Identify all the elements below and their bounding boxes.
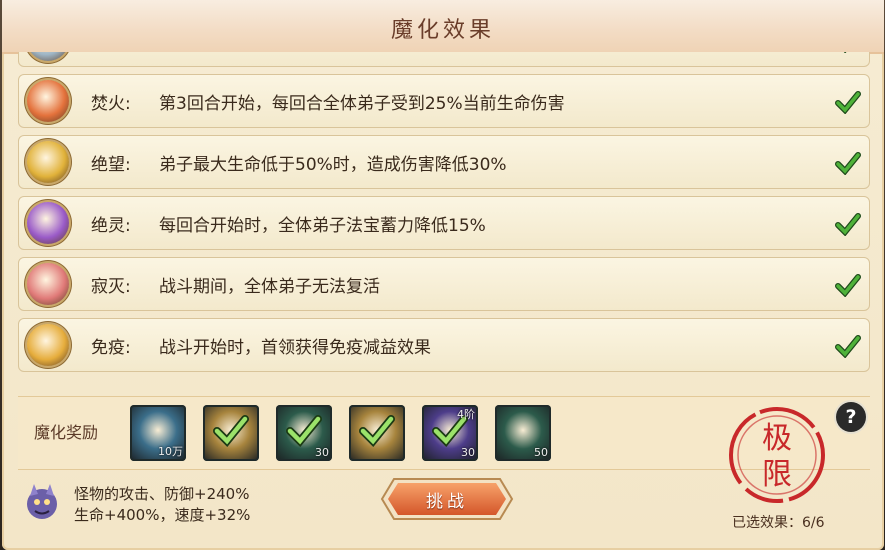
title-bar: 魔化效果 bbox=[2, 0, 884, 54]
reward-item-purple-scroll-icon[interactable]: 4阶 30 bbox=[422, 405, 478, 461]
claimed-check-icon bbox=[286, 415, 322, 447]
monster-stat-attack-defense: 怪物的攻击、防御+240% bbox=[74, 485, 250, 503]
effect-selected-check-icon[interactable] bbox=[835, 90, 861, 114]
effect-description: 第3回合开始，每回合全体弟子受到25%当前生命伤害 bbox=[159, 94, 565, 114]
demonize-panel: 魔化效果 嗜血: 前3回合期间，首领速度提升30%，暴击几率提升30% 焚火: 第3回… bbox=[2, 0, 884, 550]
effect-name: 绝灵: bbox=[91, 216, 131, 236]
item-tier: 4阶 bbox=[457, 408, 475, 421]
effect-description: 每回合开始时，全体弟子法宝蓄力降低15% bbox=[159, 216, 486, 236]
challenge-button[interactable]: 挑战 bbox=[380, 477, 514, 521]
svg-text:极: 极 bbox=[762, 421, 792, 456]
reward-label: 魔化奖励 bbox=[34, 423, 99, 442]
effect-row[interactable]: 免疫: 战斗开始时，首领获得免疫减益效果 bbox=[18, 318, 870, 372]
item-quantity: 30 bbox=[461, 446, 475, 459]
effect-medal-icon bbox=[27, 141, 69, 183]
effect-description: 弟子最大生命低于50%时，造成伤害降低30% bbox=[159, 155, 507, 175]
effect-name: 嗜血: bbox=[91, 52, 131, 53]
effect-description: 战斗期间，全体弟子无法复活 bbox=[159, 277, 380, 297]
effect-name: 绝望: bbox=[91, 155, 131, 175]
effect-name: 免疫: bbox=[91, 338, 131, 358]
effect-row[interactable]: 寂灭: 战斗期间，全体弟子无法复活 bbox=[18, 257, 870, 311]
effect-row[interactable]: 绝灵: 每回合开始时，全体弟子法宝蓄力降低15% bbox=[18, 196, 870, 250]
reward-item-gold-beast-icon[interactable] bbox=[203, 405, 259, 461]
effect-description: 战斗开始时，首领获得免疫减益效果 bbox=[159, 338, 431, 358]
claimed-check-icon bbox=[213, 415, 249, 447]
effect-selected-check-icon[interactable] bbox=[835, 52, 861, 53]
effect-medal-icon bbox=[27, 52, 69, 61]
effect-selected-check-icon[interactable] bbox=[835, 334, 861, 358]
effect-name: 焚火: bbox=[91, 94, 131, 114]
effect-row[interactable]: 焚火: 第3回合开始，每回合全体弟子受到25%当前生命伤害 bbox=[18, 74, 870, 128]
effect-name: 寂灭: bbox=[91, 277, 131, 297]
effect-row[interactable]: 嗜血: 前3回合期间，首领速度提升30%，暴击几率提升30% bbox=[18, 52, 870, 67]
selected-effects-count: 已选效果：6/6 bbox=[732, 515, 825, 531]
reward-item-blue-crystal-icon[interactable]: 10万 bbox=[130, 405, 186, 461]
help-button[interactable]: ? bbox=[836, 402, 866, 432]
effect-description: 前3回合期间，首领速度提升30%，暴击几率提升30% bbox=[159, 52, 568, 53]
claimed-check-icon bbox=[359, 415, 395, 447]
effect-list[interactable]: 嗜血: 前3回合期间，首领速度提升30%，暴击几率提升30% 焚火: 第3回合开始，每… bbox=[18, 52, 870, 392]
challenge-label: 挑战 bbox=[426, 492, 468, 512]
item-quantity: 10万 bbox=[158, 445, 183, 458]
game-screen: 魔化效果 嗜血: 前3回合期间，首领速度提升30%，暴击几率提升30% 焚火: 第3回… bbox=[0, 0, 885, 550]
reward-item-green-orb-icon[interactable]: 30 bbox=[276, 405, 332, 461]
reward-item-green-orb-icon[interactable]: 50 bbox=[495, 405, 551, 461]
limit-seal-icon: 极 限 bbox=[729, 407, 825, 503]
item-quantity: 50 bbox=[534, 446, 548, 459]
reward-item-gold-beast-icon[interactable] bbox=[349, 405, 405, 461]
effect-selected-check-icon[interactable] bbox=[835, 212, 861, 236]
effect-selected-check-icon[interactable] bbox=[835, 151, 861, 175]
monster-icon bbox=[27, 484, 57, 519]
svg-text:限: 限 bbox=[762, 457, 792, 492]
effect-row[interactable]: 绝望: 弟子最大生命低于50%时，造成伤害降低30% bbox=[18, 135, 870, 189]
item-quantity: 30 bbox=[315, 446, 329, 459]
effect-medal-icon bbox=[27, 202, 69, 244]
effect-medal-icon bbox=[27, 80, 69, 122]
effect-medal-icon bbox=[27, 324, 69, 366]
effect-medal-icon bbox=[27, 263, 69, 305]
panel-title: 魔化效果 bbox=[390, 18, 495, 43]
effect-selected-check-icon[interactable] bbox=[835, 273, 861, 297]
monster-stat-hp-speed: 生命+400%，速度+32% bbox=[74, 506, 251, 524]
